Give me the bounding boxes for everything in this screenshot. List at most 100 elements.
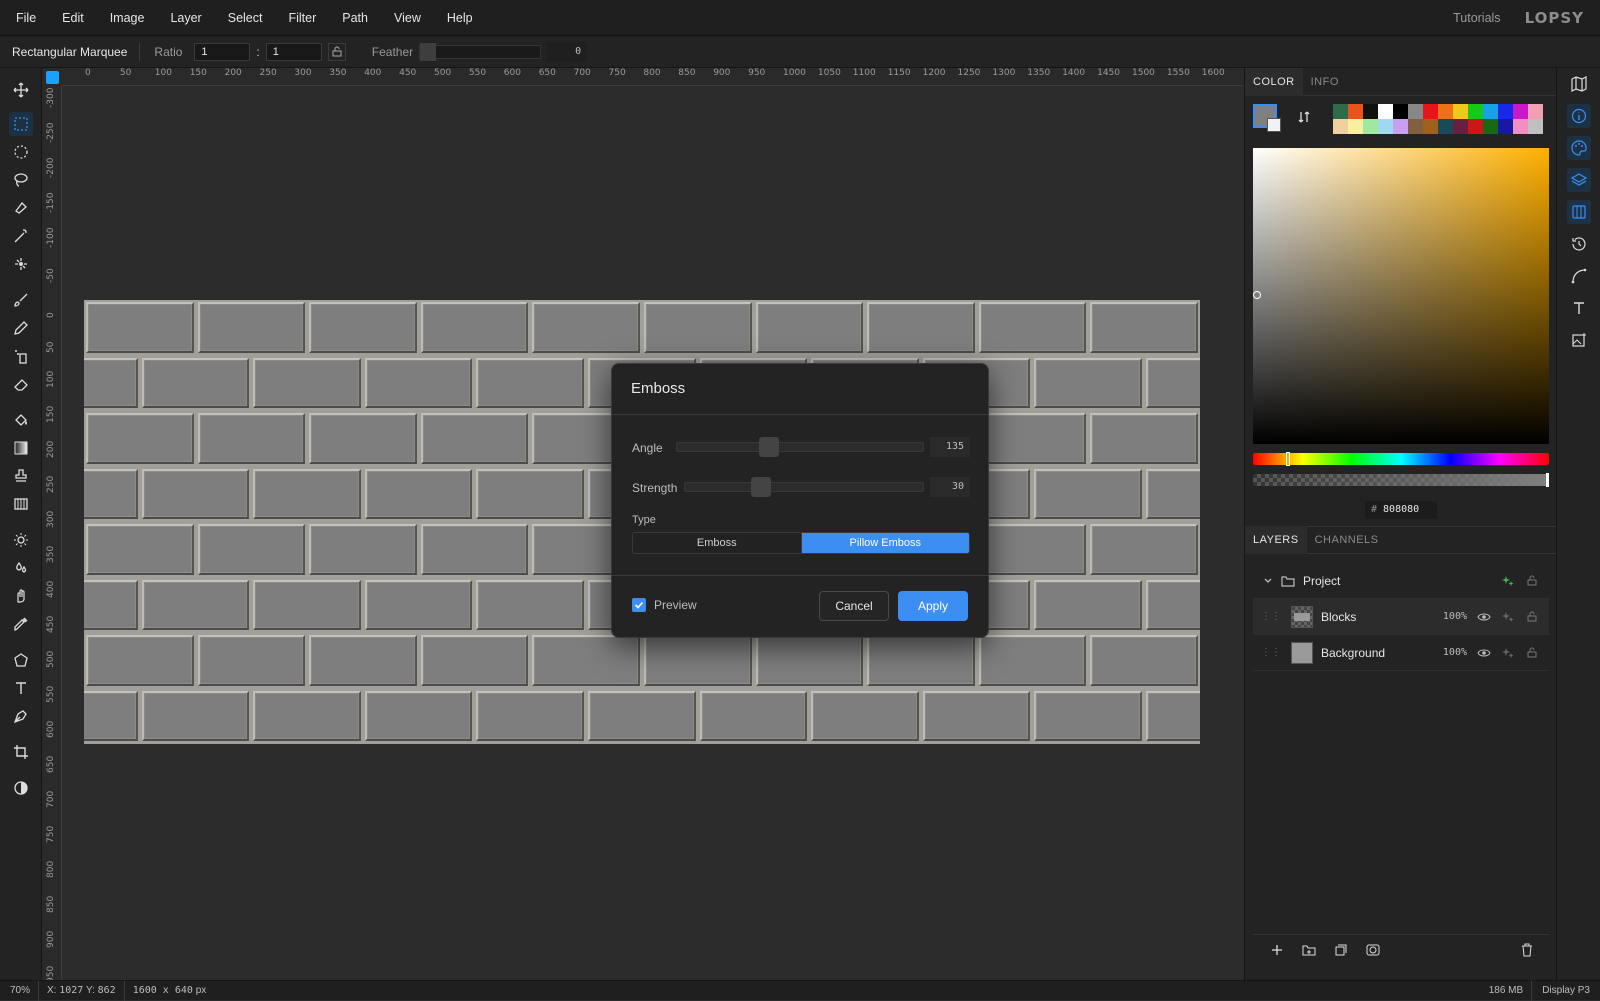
apply-button[interactable]: Apply <box>898 591 968 621</box>
palette-swatch[interactable] <box>1333 104 1348 119</box>
ruler-origin-marker[interactable] <box>46 71 59 84</box>
tab-color[interactable]: COLOR <box>1245 67 1303 96</box>
visibility-toggle[interactable] <box>1477 646 1491 660</box>
group-effects-button[interactable] <box>1501 574 1515 588</box>
swap-colors-button[interactable] <box>1297 110 1311 127</box>
pattern-tool[interactable] <box>9 492 33 516</box>
pen-tool[interactable] <box>9 704 33 728</box>
eyedropper-tool[interactable] <box>9 612 33 636</box>
pencil-tool[interactable] <box>9 316 33 340</box>
palette-swatch[interactable] <box>1438 119 1453 134</box>
menu-help[interactable]: Help <box>431 11 483 25</box>
cancel-button[interactable]: Cancel <box>819 591 889 621</box>
feather-value-input[interactable]: 0 <box>547 41 588 62</box>
move-tool[interactable] <box>9 78 33 102</box>
palette-swatch[interactable] <box>1423 104 1438 119</box>
palette-swatch[interactable] <box>1528 119 1543 134</box>
preview-toggle[interactable]: Preview <box>632 598 697 612</box>
palette-swatch[interactable] <box>1348 104 1363 119</box>
palette-swatch[interactable] <box>1513 119 1528 134</box>
palette-swatch[interactable] <box>1513 104 1528 119</box>
layer-row-blocks[interactable]: ⋮⋮ Blocks 100% <box>1253 599 1549 635</box>
chevron-down-icon[interactable] <box>1263 576 1273 586</box>
rect-marquee-tool[interactable] <box>9 112 33 136</box>
palette-swatch[interactable] <box>1528 104 1543 119</box>
type-emboss-option[interactable]: Emboss <box>633 533 801 553</box>
palette-swatch[interactable] <box>1483 104 1498 119</box>
palette-swatch[interactable] <box>1483 119 1498 134</box>
dodge-tool[interactable] <box>9 528 33 552</box>
strength-slider[interactable] <box>684 477 924 497</box>
hex-color-input[interactable]: #808080 <box>1365 501 1437 519</box>
spray-tool[interactable] <box>9 344 33 368</box>
menu-image[interactable]: Image <box>94 11 155 25</box>
tutorials-link[interactable]: Tutorials <box>1453 11 1500 25</box>
palette-swatch[interactable] <box>1423 119 1438 134</box>
text-tool[interactable] <box>9 676 33 700</box>
layers-panel-button[interactable] <box>1567 168 1591 192</box>
quick-select-tool[interactable] <box>9 252 33 276</box>
character-panel-button[interactable] <box>1567 296 1591 320</box>
strength-value-input[interactable]: 30 <box>930 477 970 497</box>
angle-slider-thumb[interactable] <box>759 437 780 457</box>
image-panel-button[interactable] <box>1567 328 1591 352</box>
group-lock-button[interactable] <box>1525 574 1539 588</box>
menu-select[interactable]: Select <box>212 11 273 25</box>
new-group-button[interactable] <box>1301 942 1317 958</box>
history-panel-button[interactable] <box>1567 232 1591 256</box>
palette-swatch[interactable] <box>1348 119 1363 134</box>
tab-layers[interactable]: LAYERS <box>1245 526 1307 554</box>
shape-tool[interactable] <box>9 648 33 672</box>
ratio-lock-button[interactable] <box>327 42 346 61</box>
palette-swatch[interactable] <box>1333 119 1348 134</box>
layer-effects-button[interactable] <box>1501 646 1515 660</box>
navigator-panel-button[interactable] <box>1567 72 1591 96</box>
palette-swatch[interactable] <box>1468 119 1483 134</box>
lasso-tool[interactable] <box>9 168 33 192</box>
palette-swatch[interactable] <box>1438 104 1453 119</box>
fill-tool[interactable] <box>9 408 33 432</box>
adjustments-tool[interactable] <box>9 776 33 800</box>
stamp-tool[interactable] <box>9 464 33 488</box>
strength-slider-thumb[interactable] <box>751 477 771 497</box>
ellipse-marquee-tool[interactable] <box>9 140 33 164</box>
palette-swatch[interactable] <box>1498 119 1513 134</box>
palette-swatch[interactable] <box>1468 104 1483 119</box>
palette-swatch[interactable] <box>1363 104 1378 119</box>
layer-row-background[interactable]: ⋮⋮ Background 100% <box>1253 635 1549 671</box>
duplicate-layer-button[interactable] <box>1333 942 1349 958</box>
angle-value-input[interactable]: 135 <box>930 437 970 457</box>
eraser-tool[interactable] <box>9 372 33 396</box>
layer-group-row[interactable]: Project <box>1253 563 1549 599</box>
blur-tool[interactable] <box>9 556 33 580</box>
saturation-value-picker[interactable] <box>1253 148 1549 444</box>
angle-slider[interactable] <box>676 437 924 457</box>
hue-slider[interactable] <box>1253 452 1549 466</box>
drag-handle-icon[interactable]: ⋮⋮ <box>1261 647 1281 658</box>
gradient-tool[interactable] <box>9 436 33 460</box>
menu-file[interactable]: File <box>0 11 46 25</box>
visibility-toggle[interactable] <box>1477 610 1491 624</box>
delete-layer-button[interactable] <box>1519 942 1535 958</box>
palette-swatch[interactable] <box>1363 119 1378 134</box>
palette-swatch[interactable] <box>1378 119 1393 134</box>
tab-channels[interactable]: CHANNELS <box>1307 526 1387 554</box>
paths-panel-button[interactable] <box>1567 264 1591 288</box>
preview-checkbox[interactable] <box>632 598 646 612</box>
background-color-swatch[interactable] <box>1267 118 1281 132</box>
type-pillow-emboss-option[interactable]: Pillow Emboss <box>800 533 969 553</box>
menu-path[interactable]: Path <box>326 11 378 25</box>
menu-view[interactable]: View <box>378 11 431 25</box>
info-panel-button[interactable] <box>1567 104 1591 128</box>
palette-swatch[interactable] <box>1408 104 1423 119</box>
ratio-height-input[interactable]: 1 <box>265 42 322 61</box>
palette-swatch[interactable] <box>1498 104 1513 119</box>
layer-lock-button[interactable] <box>1525 610 1539 624</box>
color-panel-button[interactable] <box>1567 136 1591 160</box>
layer-lock-button[interactable] <box>1525 646 1539 660</box>
hue-slider-thumb[interactable] <box>1286 452 1290 466</box>
palette-swatch[interactable] <box>1393 119 1408 134</box>
layer-opacity[interactable]: 100% <box>1443 647 1467 658</box>
channels-panel-button[interactable] <box>1567 200 1591 224</box>
palette-swatch[interactable] <box>1378 104 1393 119</box>
